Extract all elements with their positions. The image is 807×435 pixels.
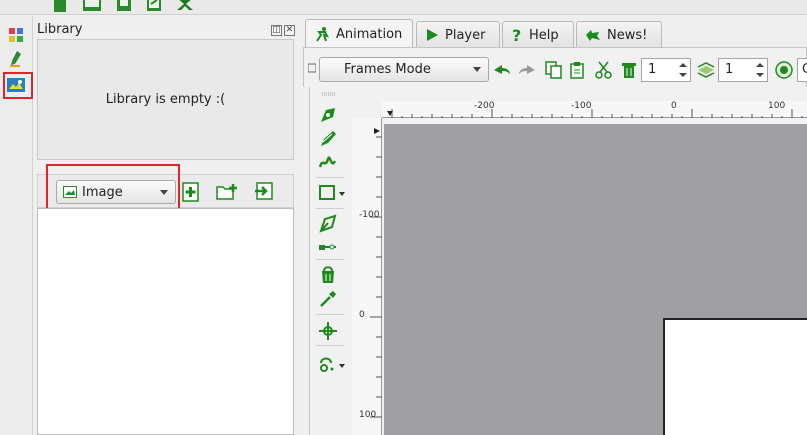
ruler-label: 100 [359, 410, 377, 420]
animation-icon [316, 27, 329, 42]
ruler-label: 0 [359, 310, 365, 320]
import-button[interactable] [254, 181, 274, 201]
library-button-highlight [3, 72, 33, 99]
fill-bucket-icon [322, 266, 334, 283]
motion-tween-tool[interactable] [318, 355, 348, 375]
copy-icon[interactable] [545, 61, 563, 79]
frames-mode-combo[interactable]: Frames Mode [319, 57, 489, 82]
library-preview: Library is empty :( [37, 39, 294, 160]
add-item-button[interactable] [182, 182, 200, 202]
layer-count-spin[interactable]: 1 [718, 58, 768, 82]
ink-icon [318, 156, 337, 168]
eyedropper-icon [320, 291, 336, 307]
ruler-label: -200 [474, 101, 495, 111]
animation-toolbar: Frames Mode 1 1 C [303, 47, 807, 87]
onion-spin[interactable]: C [797, 58, 807, 82]
separator [316, 259, 344, 260]
tab-player[interactable]: Player [416, 21, 500, 48]
library-empty-text: Library is empty :( [105, 92, 226, 107]
rectangle-tool[interactable] [318, 183, 348, 203]
onion-skin-icon[interactable] [775, 61, 793, 79]
separator [316, 345, 344, 346]
cut-icon[interactable] [595, 61, 613, 79]
ruler-label: 100 [768, 101, 786, 111]
add-folder-icon [216, 184, 237, 200]
pen-properties-button[interactable] [5, 48, 27, 70]
help-icon: ? [512, 27, 521, 43]
toolbar-handle-icon [308, 62, 316, 74]
tab-news[interactable]: News! [576, 21, 662, 48]
tab-animation[interactable]: Animation [305, 19, 413, 48]
library-title: Library [37, 22, 83, 37]
object-select-tool[interactable] [318, 214, 338, 234]
node-select-icon [321, 108, 335, 122]
fill-tool[interactable] [318, 265, 338, 285]
library-panel: Library ◫ ✕ Library is empty :( Image [34, 16, 300, 435]
save-file-icon[interactable] [116, 0, 132, 12]
add-folder-button[interactable] [216, 183, 238, 201]
ink-tool[interactable] [318, 153, 338, 173]
play-icon [427, 29, 438, 41]
separator [316, 177, 344, 178]
ruler-label: -100 [571, 101, 592, 111]
node-select-tool[interactable] [318, 105, 338, 125]
close-panel-button[interactable]: ✕ [284, 25, 295, 36]
chevron-down-icon [473, 67, 481, 72]
tools-column [309, 87, 349, 435]
export-icon[interactable] [146, 0, 162, 12]
redo-icon[interactable] [518, 62, 536, 80]
frames-mode-label: Frames Mode [344, 62, 431, 77]
eyedropper-tool[interactable] [318, 289, 338, 309]
new-file-icon[interactable] [52, 0, 68, 12]
top-toolbar [0, 0, 807, 15]
color-palette-button[interactable] [5, 24, 27, 46]
add-item-icon [182, 182, 199, 202]
library-item-list[interactable] [37, 208, 294, 435]
close-project-icon[interactable] [176, 0, 193, 12]
position-tool[interactable] [318, 321, 338, 341]
vertical-ruler: -100 0 100 [352, 118, 382, 435]
tab-help[interactable]: ? Help [502, 21, 574, 48]
paste-icon[interactable] [569, 61, 587, 79]
toolbar-handle-icon [322, 92, 336, 96]
spin-up-icon[interactable] [679, 63, 687, 67]
spin-down-icon[interactable] [756, 73, 764, 77]
frame-count-spin[interactable]: 1 [641, 58, 691, 82]
ruler-label: -100 [359, 210, 380, 220]
open-file-icon[interactable] [82, 0, 101, 12]
spin-down-icon[interactable] [679, 73, 687, 77]
float-panel-button[interactable]: ◫ [271, 25, 282, 36]
object-select-icon [319, 214, 337, 233]
separator [316, 314, 344, 315]
pencil-tool[interactable] [318, 129, 338, 149]
module-tabs: Animation Player ? Help News! [303, 16, 807, 48]
pencil-icon [321, 131, 336, 146]
svg-text:?: ? [512, 27, 521, 43]
import-icon [255, 182, 273, 200]
canvas-page[interactable] [663, 318, 807, 435]
color-palette-icon [9, 28, 23, 42]
nodes-tool[interactable] [318, 237, 338, 257]
news-icon [586, 30, 600, 41]
crosshair-icon [319, 322, 337, 340]
spin-up-icon[interactable] [756, 63, 764, 67]
motion-tween-icon [320, 357, 345, 372]
trash-icon[interactable] [620, 61, 638, 79]
nodes-icon [319, 244, 336, 250]
ruler-label: 0 [671, 101, 677, 111]
pen-icon [10, 51, 21, 67]
separator [316, 208, 344, 209]
undo-icon[interactable] [493, 62, 511, 80]
rectangle-icon [319, 185, 345, 200]
horizontal-ruler: -200 -100 0 100 [382, 101, 807, 118]
layers-icon[interactable] [697, 61, 715, 79]
